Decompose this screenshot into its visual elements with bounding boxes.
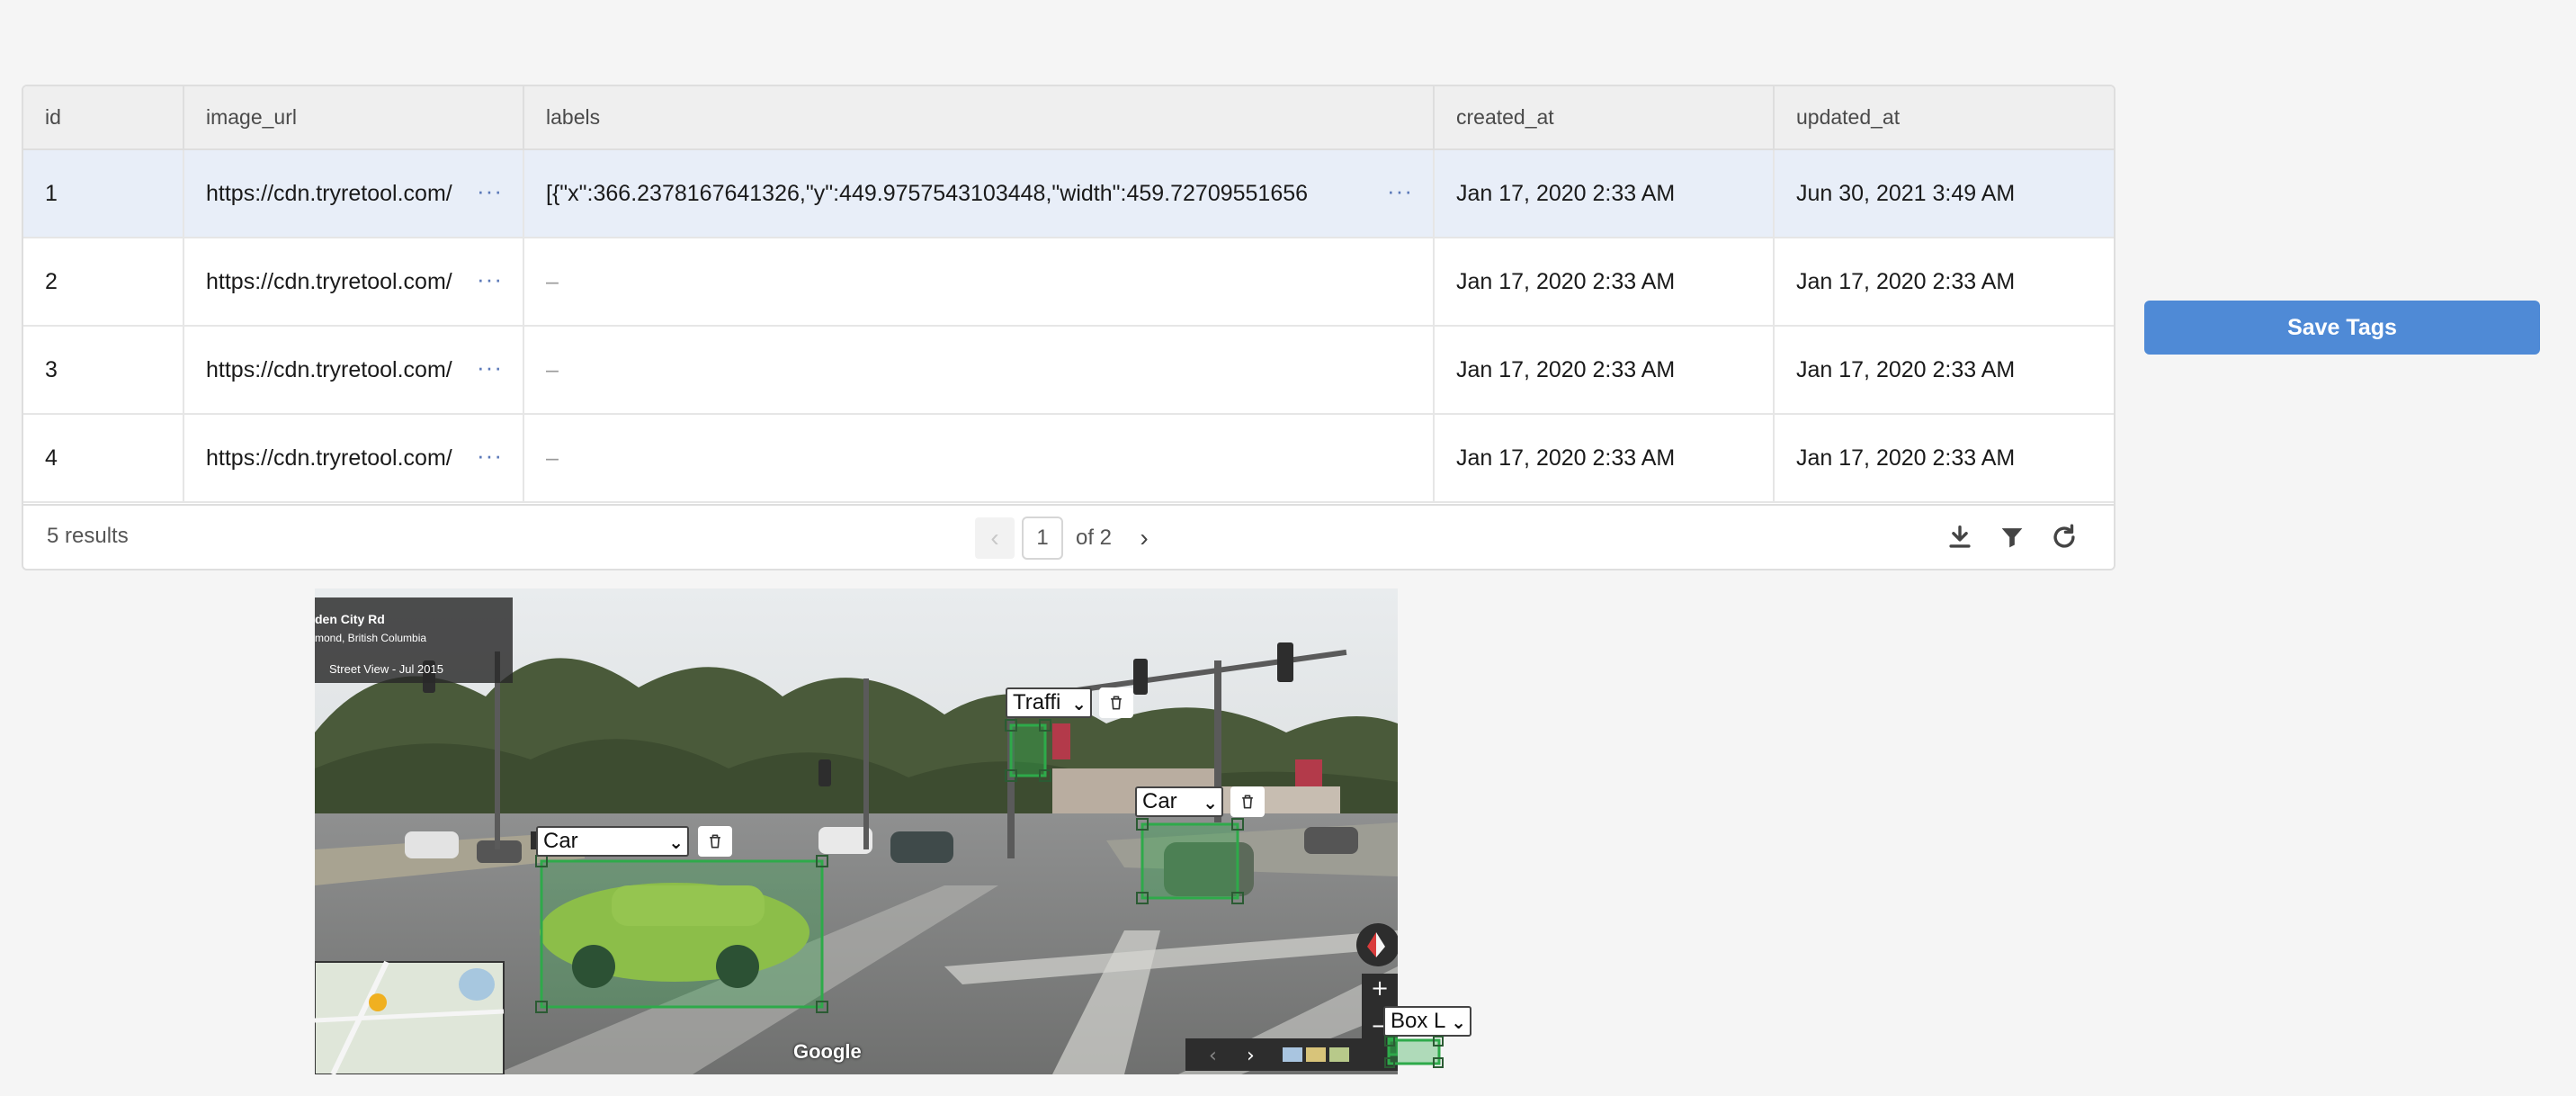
street-view-road-name: den City Rd — [315, 612, 385, 626]
annotation-label-select[interactable]: Box L ⌄ — [1383, 1006, 1471, 1037]
expand-cell-icon[interactable]: ··· — [477, 265, 503, 293]
delete-annotation-button[interactable] — [698, 826, 732, 857]
expand-cell-icon[interactable]: ··· — [1387, 177, 1413, 205]
data-table: id image_url labels created_at updated_a… — [22, 85, 2115, 570]
cell-image-url-text: https://cdn.tryretool.com/ — [206, 356, 452, 382]
cell-updated-at: Jun 30, 2021 3:49 AM — [1774, 149, 2114, 238]
page-number-input[interactable]: 1 — [1022, 517, 1063, 560]
cell-updated-at: Jan 17, 2020 2:33 AM — [1774, 414, 2114, 503]
cell-updated-at: Jan 17, 2020 2:33 AM — [1774, 238, 2114, 327]
cell-created-at: Jan 17, 2020 2:33 AM — [1434, 414, 1775, 503]
table-row[interactable]: 4 https://cdn.tryretool.com/ ··· – Jan 17… — [23, 414, 2114, 503]
cell-labels: – — [523, 326, 1435, 415]
column-header-created-at[interactable]: created_at — [1434, 86, 1775, 150]
cell-image-url: https://cdn.tryretool.com/ ··· — [183, 326, 524, 415]
svg-text:‹: ‹ — [1209, 1045, 1217, 1067]
cell-image-url: https://cdn.tryretool.com/ ··· — [183, 238, 524, 327]
annotation-label-value: Traffi — [1013, 690, 1061, 714]
cell-image-url-text: https://cdn.tryretool.com/ — [206, 180, 452, 206]
cell-created-at: Jan 17, 2020 2:33 AM — [1434, 238, 1775, 327]
filter-icon[interactable] — [1997, 522, 2027, 557]
table-row[interactable]: 2 https://cdn.tryretool.com/ ··· – Jan 17… — [23, 238, 2114, 327]
chevron-down-icon: ⌄ — [1451, 1013, 1466, 1033]
cell-image-url: https://cdn.tryretool.com/ ··· — [183, 149, 524, 238]
table-footer: 5 results ‹ 1 of 2 › — [23, 504, 2114, 569]
column-header-updated-at[interactable]: updated_at — [1774, 86, 2114, 150]
column-header-image-url[interactable]: image_url — [183, 86, 524, 150]
empty-value: – — [546, 268, 559, 294]
annotation-box-outside[interactable] — [1383, 1035, 1446, 1071]
street-view-date: Street View - Jul 2015 — [329, 662, 443, 676]
cell-id: 2 — [23, 238, 184, 327]
empty-value: – — [546, 356, 559, 382]
street-view-info-card: den City Rd mond, British Columbia Stree… — [315, 597, 513, 683]
expand-cell-icon[interactable]: ··· — [477, 442, 503, 470]
trash-icon — [710, 834, 720, 849]
annotation-label-select[interactable]: Traffi ⌄ — [1006, 687, 1092, 718]
cell-created-at: Jan 17, 2020 2:33 AM — [1434, 149, 1775, 238]
column-header-labels[interactable]: labels — [523, 86, 1435, 150]
cell-labels: [{"x":366.2378167641326,"y":449.97575431… — [523, 149, 1435, 238]
cell-labels: – — [523, 238, 1435, 327]
table-row[interactable]: 1 https://cdn.tryretool.com/ ··· [{"x":36… — [23, 149, 2114, 238]
cell-labels: – — [523, 414, 1435, 503]
delete-annotation-button[interactable] — [1230, 786, 1265, 817]
chevron-down-icon: ⌄ — [1203, 794, 1218, 813]
delete-annotation-button[interactable] — [1099, 687, 1133, 718]
chevron-down-icon: ⌄ — [1071, 695, 1087, 714]
svg-text:›: › — [1247, 1045, 1255, 1067]
chevron-down-icon: ⌄ — [668, 833, 684, 853]
google-watermark: Google — [793, 1040, 862, 1063]
save-tags-button[interactable]: Save Tags — [2144, 301, 2540, 355]
cell-id: 1 — [23, 149, 184, 238]
cell-image-url-text: https://cdn.tryretool.com/ — [206, 268, 452, 294]
svg-text:+: + — [1371, 975, 1389, 1001]
column-header-id[interactable]: id — [23, 86, 184, 150]
cell-image-url-text: https://cdn.tryretool.com/ — [206, 445, 452, 471]
street-view-location: mond, British Columbia — [315, 632, 427, 644]
next-page-chevron-icon[interactable]: › — [1124, 517, 1164, 559]
page-total: of 2 — [1076, 526, 1113, 550]
download-icon[interactable] — [1945, 522, 1975, 557]
empty-value: – — [546, 445, 559, 471]
table-tools — [1945, 522, 2080, 557]
pagination: ‹ 1 of 2 › — [975, 517, 1164, 560]
annotation-label-select[interactable]: Car ⌄ — [536, 826, 689, 857]
cell-id: 3 — [23, 326, 184, 415]
prev-page-chevron-icon[interactable]: ‹ — [975, 517, 1015, 559]
cell-labels-text: [{"x":366.2378167641326,"y":449.97575431… — [546, 180, 1309, 206]
expand-cell-icon[interactable]: ··· — [477, 177, 503, 205]
cell-updated-at: Jan 17, 2020 2:33 AM — [1774, 326, 2114, 415]
cell-image-url: https://cdn.tryretool.com/ ··· — [183, 414, 524, 503]
image-annotator[interactable]: + − ‹ › den City Rd mond, British Columb… — [315, 588, 1398, 1074]
trash-icon — [1242, 795, 1253, 809]
annotation-label-value: Box L — [1391, 1009, 1446, 1033]
annotation-label-value: Car — [1142, 789, 1177, 813]
annotation-label-value: Car — [543, 829, 578, 853]
cell-id: 4 — [23, 414, 184, 503]
table-row[interactable]: 3 https://cdn.tryretool.com/ ··· – Jan 17… — [23, 326, 2114, 415]
trash-icon — [1111, 696, 1122, 710]
expand-cell-icon[interactable]: ··· — [477, 354, 503, 382]
annotation-label-select[interactable]: Car ⌄ — [1135, 786, 1223, 817]
cell-created-at: Jan 17, 2020 2:33 AM — [1434, 326, 1775, 415]
table-header-row: id image_url labels created_at updated_a… — [23, 86, 2114, 150]
results-count: 5 results — [47, 524, 129, 548]
refresh-icon[interactable] — [2049, 522, 2080, 557]
